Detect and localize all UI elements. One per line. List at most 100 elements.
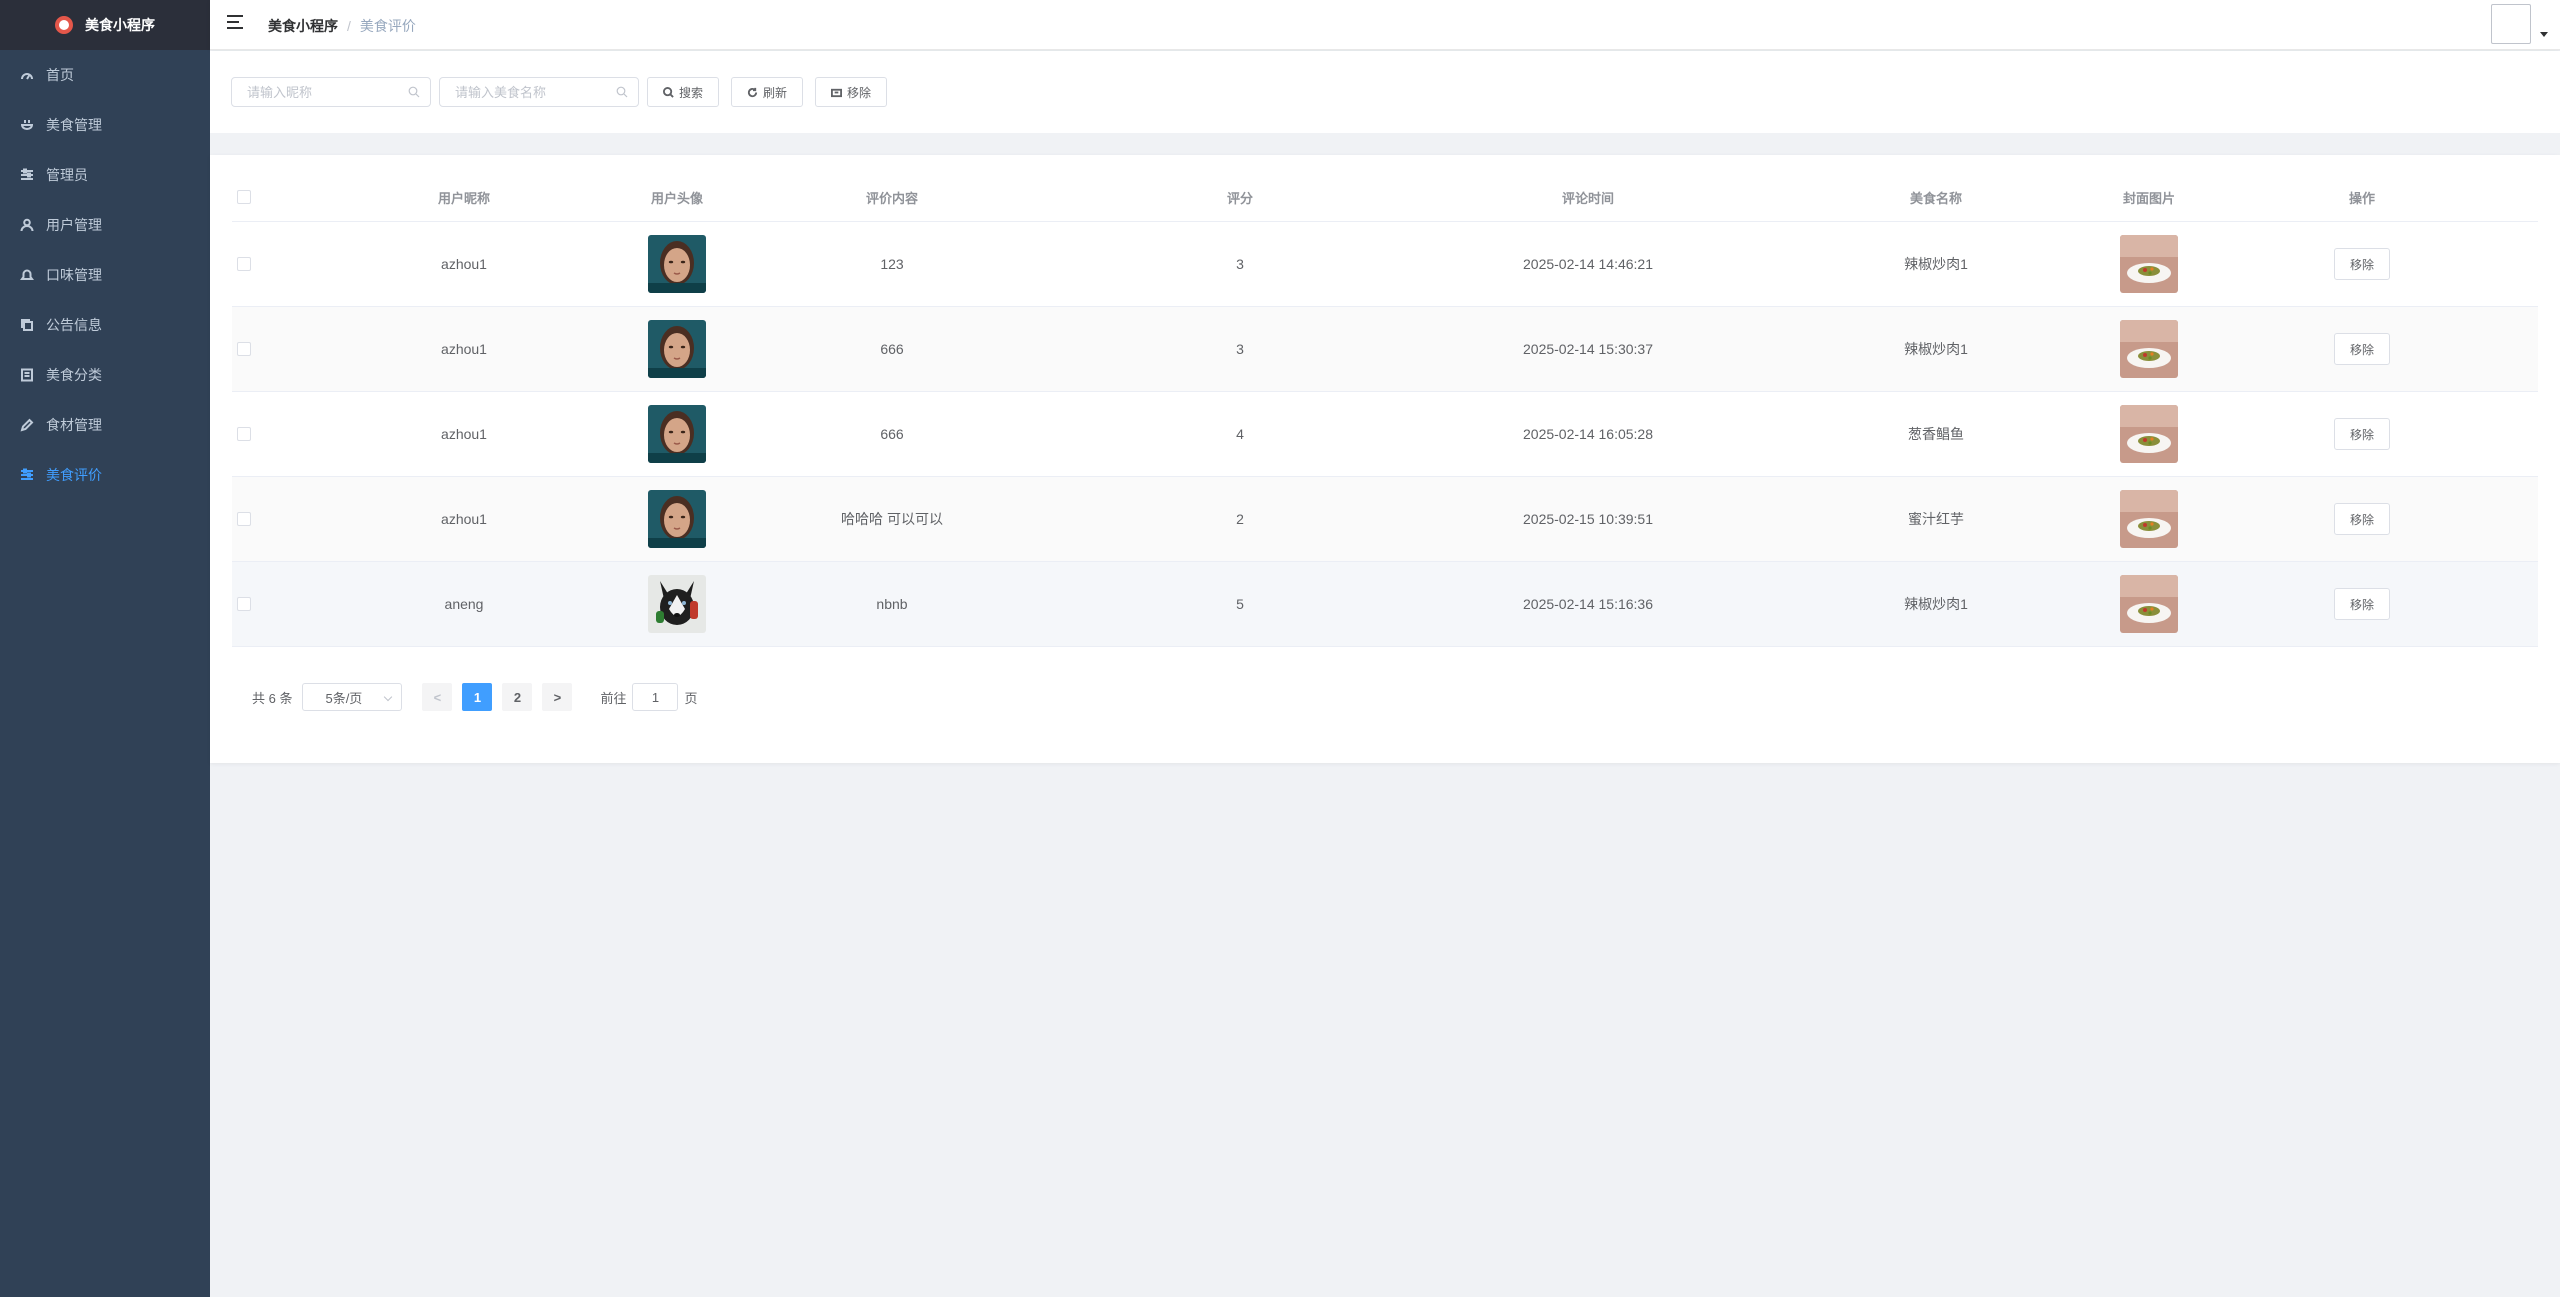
sidebar-item-label: 用户管理 [46,217,102,233]
nickname-cell: azhou1 [441,511,487,527]
sidebar: 美食小程序 首页 美食管理 管理员用户管理口味管理公告信息美食分类食材管理美食评价 [0,0,210,1297]
avatar-cell [648,477,706,561]
comments-table: 用户昵称 用户头像 评价内容 评分 评论时间 美食名称 封面图片 操作 azhou1 123 3 2… [232,173,2538,647]
avatar-image[interactable] [648,490,706,548]
sidebar-item-label: 美食分类 [46,367,102,383]
score-cell: 3 [1236,256,1244,272]
table-row[interactable]: azhou1 666 3 2025-02-14 15:30:37 辣椒炒肉1 移除 [232,307,2538,392]
sidebar-item-6[interactable]: 美食分类 [0,350,210,400]
copy-icon [20,318,34,332]
hamburger-icon[interactable] [227,15,247,35]
sidebar-item-5[interactable]: 公告信息 [0,300,210,350]
breadcrumb-current: 美食评价 [359,18,416,34]
column-header: 用户昵称 [437,190,491,206]
sidebar-item-label: 公告信息 [46,317,102,333]
sidebar-item-0[interactable]: 首页 [0,50,210,100]
breadcrumb-home[interactable]: 美食小程序 [268,16,338,36]
row-remove-button[interactable]: 移除 [2334,333,2390,365]
checkbox-cell [237,392,251,476]
search-button[interactable]: 搜索 [647,77,719,107]
avatar-image[interactable] [648,235,706,293]
sidebar-item-7[interactable]: 食材管理 [0,400,210,450]
sidebar-item-label: 美食评价 [46,467,102,483]
sidebar-item-1[interactable]: 美食管理 [0,100,210,150]
pagination: 共 6 条 5条/页 < 1 2 > 前往 1 页 [252,683,698,711]
content-cell: nbnb [876,596,908,612]
row-checkbox[interactable] [237,342,251,356]
table-body: azhou1 123 3 2025-02-14 14:46:21 辣椒炒肉1 移除 azho… [232,222,2538,647]
avatar-image[interactable] [648,575,706,633]
pagination-total: 共 6 条 [252,690,293,706]
caret-down-icon[interactable] [2540,32,2548,37]
table-row[interactable]: aneng nbnb 5 2025-02-14 15:16:36 辣椒炒肉1 移除 [232,562,2538,647]
refresh-button[interactable]: 刷新 [731,77,803,107]
food-name-cell: 辣椒炒肉1 [1904,341,1968,357]
table-row[interactable]: azhou1 123 3 2025-02-14 14:46:21 辣椒炒肉1 移除 [232,222,2538,307]
row-remove-button[interactable]: 移除 [2334,588,2390,620]
logo-icon [55,16,73,34]
sidebar-item-4[interactable]: 口味管理 [0,250,210,300]
prev-page-button[interactable]: < [422,683,453,711]
column-header: 评分 [1226,190,1254,206]
row-remove-button[interactable]: 移除 [2334,418,2390,450]
user-avatar[interactable] [2491,4,2531,44]
action-cell: 移除 [2334,392,2390,476]
cover-image[interactable] [2120,490,2178,548]
avatar-image[interactable] [648,320,706,378]
cover-cell [2120,392,2178,476]
cover-image[interactable] [2120,235,2178,293]
page-1-button[interactable]: 1 [462,683,493,711]
sliders-icon [20,168,34,182]
score-cell: 3 [1236,341,1244,357]
row-checkbox[interactable] [237,512,251,526]
action-cell: 移除 [2334,307,2390,391]
food-name-input[interactable] [455,84,605,100]
list-icon [20,368,34,382]
filter-bar: 搜索 刷新 移除 [210,51,2560,133]
app-logo[interactable]: 美食小程序 [0,0,210,50]
table-row[interactable]: azhou1 666 4 2025-02-14 16:05:28 葱香鲳鱼 移除 [232,392,2538,477]
remove-button[interactable]: 移除 [815,77,887,107]
row-remove-button[interactable]: 移除 [2334,248,2390,280]
page-size-select[interactable]: 5条/页 [302,683,403,711]
page-jumper: 前往 1 页 [600,683,698,711]
table-row[interactable]: azhou1 哈哈哈 可以可以 2 2025-02-15 10:39:51 蜜汁红芋 移除 [232,477,2538,562]
cover-cell [2120,307,2178,391]
time-cell: 2025-02-14 15:30:37 [1523,341,1653,357]
column-header: 评论时间 [1561,190,1615,206]
avatar-image[interactable] [648,405,706,463]
row-checkbox[interactable] [237,427,251,441]
pen-icon [20,418,34,432]
column-header: 美食名称 [1909,190,1963,206]
select-all-checkbox[interactable] [237,190,251,204]
food-name-cell: 辣椒炒肉1 [1904,596,1968,612]
cover-image[interactable] [2120,575,2178,633]
column-header: 用户头像 [650,190,704,206]
score-cell: 4 [1236,426,1244,442]
user-icon [20,218,34,232]
search-icon [662,86,674,98]
page-2-button[interactable]: 2 [502,683,533,711]
sidebar-item-2[interactable]: 管理员 [0,150,210,200]
content-cell: 哈哈哈 可以可以 [841,511,943,527]
nickname-input[interactable] [247,84,397,100]
cover-image[interactable] [2120,320,2178,378]
next-page-button[interactable]: > [542,683,573,711]
food-name-cell: 蜜汁红芋 [1908,511,1964,527]
checkbox-cell [237,562,251,646]
row-checkbox[interactable] [237,597,251,611]
avatar-cell [648,222,706,306]
sidebar-item-label: 食材管理 [46,417,102,433]
row-checkbox[interactable] [237,257,251,271]
food-name-input-wrap [439,77,639,107]
row-remove-button[interactable]: 移除 [2334,503,2390,535]
page-jump-input[interactable]: 1 [632,683,679,711]
sidebar-item-8[interactable]: 美食评价 [0,450,210,500]
column-header: 评价内容 [865,190,919,206]
sidebar-item-3[interactable]: 用户管理 [0,200,210,250]
content-cell: 123 [880,256,904,272]
food-name-cell: 辣椒炒肉1 [1904,256,1968,272]
nickname-cell: aneng [444,596,484,612]
nickname-cell: azhou1 [441,341,487,357]
cover-image[interactable] [2120,405,2178,463]
